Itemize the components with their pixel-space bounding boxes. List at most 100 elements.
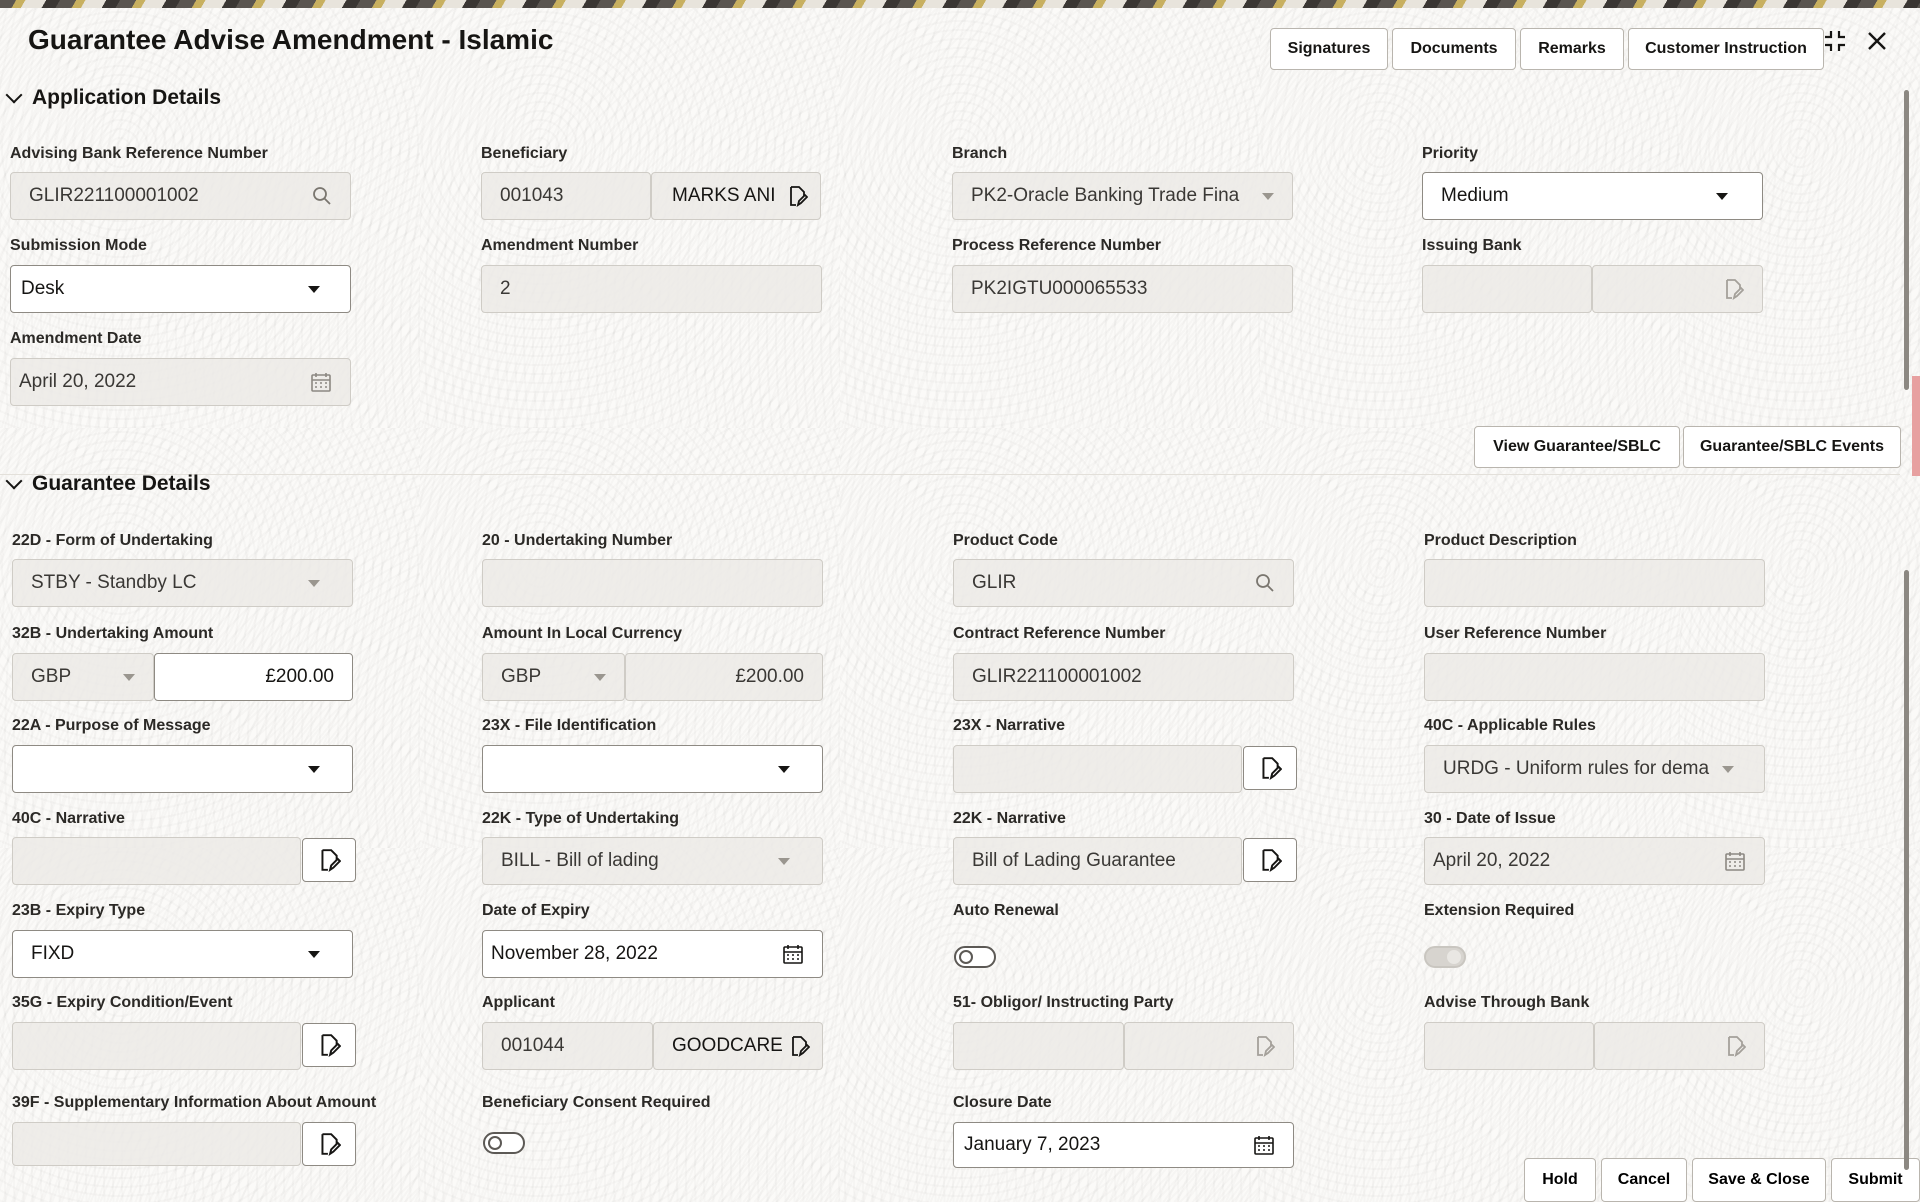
beneficiary-consent-toggle[interactable] bbox=[483, 1132, 525, 1154]
beneficiary-consent-label: Beneficiary Consent Required bbox=[482, 1094, 711, 1111]
beneficiary-name-value: MARKS ANI bbox=[672, 185, 776, 206]
search-icon bbox=[1255, 573, 1275, 593]
caret-down-icon bbox=[1262, 192, 1274, 200]
advising-bank-ref-field[interactable]: GLIR221100001002 bbox=[10, 172, 351, 220]
dialog-window: Guarantee Advise Amendment - Islamic Sig… bbox=[0, 8, 1920, 1202]
expiry-type-select[interactable]: FIXD bbox=[12, 930, 353, 978]
minimize-icon[interactable] bbox=[1820, 26, 1850, 56]
narrative-22k-edit-button[interactable] bbox=[1243, 838, 1297, 882]
narrative-22k-value: Bill of Lading Guarantee bbox=[972, 850, 1176, 871]
document-edit-icon[interactable] bbox=[788, 1035, 810, 1057]
expiry-condition-label: 35G - Expiry Condition/Event bbox=[12, 994, 233, 1011]
document-edit-icon bbox=[321, 1133, 341, 1156]
contract-ref-field: GLIR221100001002 bbox=[953, 653, 1294, 701]
applicant-name-field[interactable]: GOODCARE bbox=[653, 1022, 823, 1070]
user-ref-field bbox=[1424, 653, 1765, 701]
remarks-button[interactable]: Remarks bbox=[1520, 28, 1624, 70]
amendment-date-field: April 20, 2022 bbox=[10, 358, 351, 406]
beneficiary-name-field[interactable]: MARKS ANI bbox=[651, 172, 821, 220]
branch-select[interactable]: PK2-Oracle Banking Trade Fina bbox=[952, 172, 1293, 220]
caret-down-icon bbox=[1722, 765, 1734, 773]
amount-local-value: £200.00 bbox=[735, 666, 804, 687]
document-edit-icon[interactable] bbox=[786, 185, 808, 207]
file-identification-select[interactable] bbox=[482, 745, 823, 793]
file-identification-label: 23X - File Identification bbox=[482, 717, 657, 734]
narrative-40c-field bbox=[12, 837, 301, 885]
closure-date-input[interactable]: January 7, 2023 bbox=[953, 1122, 1294, 1168]
process-ref-label: Process Reference Number bbox=[952, 237, 1161, 254]
applicant-label: Applicant bbox=[482, 994, 555, 1011]
submission-mode-label: Submission Mode bbox=[10, 237, 147, 254]
amendment-date-label: Amendment Date bbox=[10, 330, 142, 347]
application-details-header[interactable]: Application Details bbox=[5, 86, 221, 110]
undertaking-currency-value: GBP bbox=[31, 666, 72, 687]
narrative-40c-edit-button[interactable] bbox=[302, 838, 356, 882]
narrative-23x-edit-button[interactable] bbox=[1243, 746, 1297, 790]
guarantee-events-button[interactable]: Guarantee/SBLC Events bbox=[1683, 426, 1901, 468]
submission-mode-select[interactable]: Desk bbox=[10, 265, 351, 313]
issuing-bank-name-field bbox=[1592, 265, 1763, 313]
toggle-knob bbox=[959, 950, 973, 964]
expiry-type-label: 23B - Expiry Type bbox=[12, 902, 146, 919]
close-icon[interactable] bbox=[1862, 26, 1892, 56]
calendar-icon[interactable] bbox=[782, 943, 804, 965]
calendar-icon bbox=[310, 371, 332, 393]
undertaking-number-field bbox=[482, 559, 823, 607]
view-guarantee-button[interactable]: View Guarantee/SBLC bbox=[1474, 426, 1680, 468]
caret-down-icon bbox=[123, 673, 135, 681]
scrollbar-upper[interactable] bbox=[1904, 90, 1909, 390]
hold-button[interactable]: Hold bbox=[1524, 1158, 1596, 1202]
save-close-button[interactable]: Save & Close bbox=[1692, 1158, 1826, 1202]
closure-date-value: January 7, 2023 bbox=[964, 1134, 1101, 1155]
search-icon[interactable] bbox=[312, 186, 332, 206]
cancel-button[interactable]: Cancel bbox=[1601, 1158, 1687, 1202]
supplementary-info-edit-button[interactable] bbox=[302, 1122, 356, 1166]
obligor-label: 51- Obligor/ Instructing Party bbox=[953, 994, 1174, 1011]
applicant-id-value: 001044 bbox=[501, 1035, 565, 1056]
product-code-label: Product Code bbox=[953, 532, 1058, 549]
amendment-date-value: April 20, 2022 bbox=[19, 371, 137, 392]
form-of-undertaking-value: STBY - Standby LC bbox=[31, 572, 197, 593]
form-of-undertaking-label: 22D - Form of Undertaking bbox=[12, 532, 213, 549]
amount-local-field: £200.00 bbox=[625, 653, 823, 701]
customer-instruction-button[interactable]: Customer Instruction bbox=[1628, 28, 1824, 70]
chevron-down-icon bbox=[5, 472, 23, 490]
supplementary-info-field bbox=[12, 1122, 301, 1166]
extension-required-label: Extension Required bbox=[1424, 902, 1575, 919]
caret-down-icon bbox=[778, 857, 790, 865]
guarantee-details-header[interactable]: Guarantee Details bbox=[5, 472, 211, 496]
amount-local-label: Amount In Local Currency bbox=[482, 625, 683, 642]
undertaking-amount-input[interactable]: £200.00 bbox=[154, 653, 353, 701]
scrollbar-lower[interactable] bbox=[1904, 570, 1909, 1170]
beneficiary-id-value: 001043 bbox=[500, 185, 564, 206]
type-of-undertaking-value: BILL - Bill of lading bbox=[501, 850, 659, 871]
documents-button[interactable]: Documents bbox=[1392, 28, 1516, 70]
amendment-number-value: 2 bbox=[500, 278, 511, 299]
beneficiary-id-field: 001043 bbox=[481, 172, 651, 220]
advise-through-bank-id-field bbox=[1424, 1022, 1594, 1070]
amount-local-currency-select: GBP bbox=[482, 653, 625, 701]
amount-local-currency-value: GBP bbox=[501, 666, 542, 687]
purpose-of-message-select[interactable] bbox=[12, 745, 353, 793]
expiry-condition-field bbox=[12, 1022, 301, 1070]
user-ref-label: User Reference Number bbox=[1424, 625, 1607, 642]
calendar-icon bbox=[1724, 850, 1746, 872]
date-of-expiry-input[interactable]: November 28, 2022 bbox=[482, 930, 823, 978]
auto-renewal-toggle[interactable] bbox=[954, 946, 996, 968]
product-description-field bbox=[1424, 559, 1765, 607]
supplementary-info-label: 39F - Supplementary Information About Am… bbox=[12, 1094, 377, 1111]
caret-down-icon bbox=[308, 579, 320, 587]
narrative-40c-label: 40C - Narrative bbox=[12, 810, 125, 827]
date-of-issue-field: April 20, 2022 bbox=[1424, 837, 1765, 885]
issuing-bank-label: Issuing Bank bbox=[1422, 237, 1522, 254]
signatures-button[interactable]: Signatures bbox=[1270, 28, 1388, 70]
caret-down-icon bbox=[308, 285, 320, 293]
priority-select[interactable]: Medium bbox=[1422, 172, 1763, 220]
branch-label: Branch bbox=[952, 145, 1008, 162]
expiry-condition-edit-button[interactable] bbox=[302, 1023, 356, 1067]
priority-label: Priority bbox=[1422, 145, 1479, 162]
branch-value: PK2-Oracle Banking Trade Fina bbox=[971, 185, 1240, 206]
process-ref-value: PK2IGTU000065533 bbox=[971, 278, 1148, 299]
amendment-number-label: Amendment Number bbox=[481, 237, 639, 254]
calendar-icon[interactable] bbox=[1253, 1134, 1275, 1156]
